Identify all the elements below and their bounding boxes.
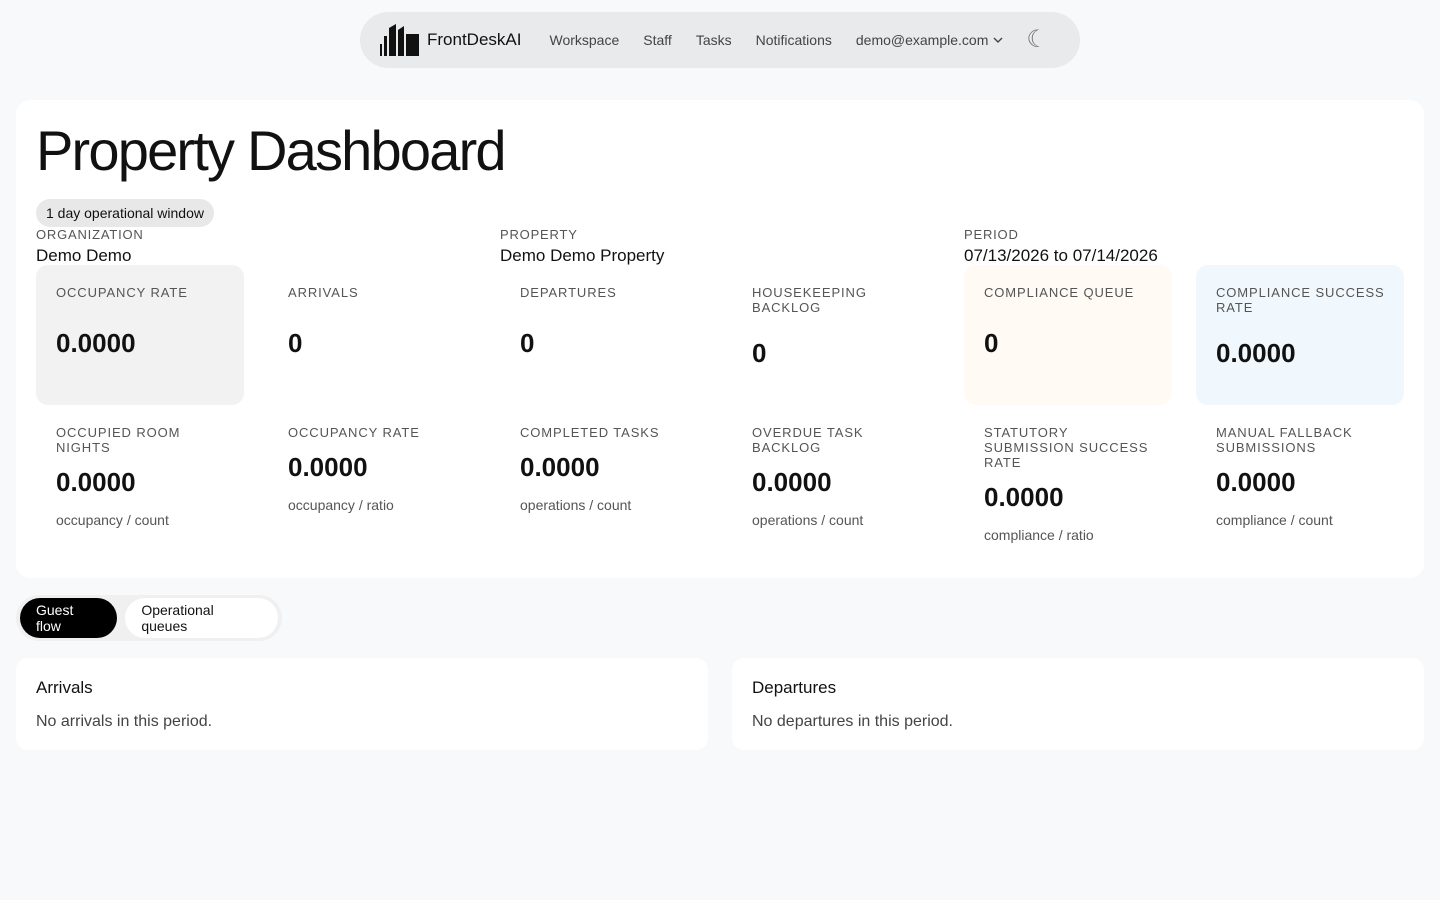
moon-icon[interactable]: ☾: [1026, 28, 1048, 52]
nav-link-notifications[interactable]: Notifications: [756, 32, 832, 48]
brand[interactable]: FrontDeskAI: [380, 24, 521, 56]
metric-statutory-submission-success-rate: STATUTORY SUBMISSION SUCCESS RATE 0.0000…: [964, 425, 1172, 543]
metric-label: MANUAL FALLBACK SUBMISSIONS: [1216, 425, 1353, 455]
kpi-value: 0: [288, 328, 303, 358]
arrivals-panel: Arrivals No arrivals in this period.: [16, 658, 708, 750]
metric-value: 0.0000: [56, 467, 136, 497]
period-value: 07/13/2026 to 07/14/2026: [964, 246, 1158, 265]
buildings-logo-icon: [380, 24, 419, 56]
kpi-compliance-queue: COMPLIANCE QUEUE 0: [964, 265, 1172, 405]
brand-name: FrontDeskAI: [427, 30, 522, 49]
metric-occupied-room-nights: OCCUPIED ROOM NIGHTS 0.0000 occupancy / …: [36, 425, 244, 528]
metric-subtitle: compliance / ratio: [984, 527, 1094, 543]
chevron-down-icon: [993, 37, 1003, 43]
arrivals-empty-state: No arrivals in this period.: [36, 713, 213, 730]
kpi-label: ARRIVALS: [288, 285, 359, 300]
kpi-compliance-success-rate: COMPLIANCE SUCCESS RATE 0.0000: [1196, 265, 1404, 405]
property-value: Demo Demo Property: [500, 246, 665, 265]
departures-empty-state: No departures in this period.: [752, 713, 953, 730]
user-menu[interactable]: demo@example.com: [856, 32, 1005, 48]
period-label: PERIOD: [964, 227, 1019, 242]
metric-value: 0.0000: [752, 467, 832, 497]
dashboard-card: Property Dashboard 1 day operational win…: [16, 100, 1424, 578]
kpi-label: HOUSEKEEPING BACKLOG: [752, 285, 867, 315]
kpi-value: 0: [752, 338, 767, 368]
metric-label: STATUTORY SUBMISSION SUCCESS RATE: [984, 425, 1149, 470]
kpi-label: DEPARTURES: [520, 285, 617, 300]
metric-label: OCCUPIED ROOM NIGHTS: [56, 425, 181, 455]
page-title: Property Dashboard: [36, 119, 507, 182]
kpi-label: OCCUPANCY RATE: [56, 285, 188, 300]
metric-occupancy-rate: OCCUPANCY RATE 0.0000 occupancy / ratio: [268, 425, 476, 513]
view-tabs: Guest flow Operational queues: [16, 595, 282, 641]
kpi-departures: DEPARTURES 0: [500, 265, 708, 405]
period-meta: PERIOD 07/13/2026 to 07/14/2026: [964, 227, 1158, 266]
metric-subtitle: operations / count: [752, 512, 864, 528]
metric-value: 0.0000: [520, 452, 600, 482]
metric-subtitle: compliance / count: [1216, 512, 1333, 528]
nav-link-staff[interactable]: Staff: [643, 32, 672, 48]
departures-title: Departures: [752, 678, 837, 697]
departures-panel: Departures No departures in this period.: [732, 658, 1424, 750]
window-badge: 1 day operational window: [36, 199, 214, 227]
nav-link-workspace[interactable]: Workspace: [549, 32, 619, 48]
nav-link-tasks[interactable]: Tasks: [696, 32, 732, 48]
metric-value: 0.0000: [288, 452, 368, 482]
kpi-value: 0.0000: [56, 328, 136, 358]
tab-guest-flow[interactable]: Guest flow: [20, 598, 118, 638]
kpi-label: COMPLIANCE SUCCESS RATE: [1216, 285, 1385, 315]
metric-value: 0.0000: [984, 482, 1064, 512]
organization-value: Demo Demo: [36, 246, 132, 265]
kpi-occupancy-rate: OCCUPANCY RATE 0.0000: [36, 265, 244, 405]
nav-links: Workspace Staff Tasks Notifications demo…: [549, 32, 1004, 48]
metric-value: 0.0000: [1216, 467, 1296, 497]
metric-subtitle: occupancy / ratio: [288, 497, 394, 513]
property-meta: PROPERTY Demo Demo Property: [500, 227, 664, 266]
kpi-label: COMPLIANCE QUEUE: [984, 285, 1135, 300]
kpi-value: 0: [520, 328, 535, 358]
kpi-value: 0.0000: [1216, 338, 1296, 368]
user-email: demo@example.com: [855, 32, 989, 48]
kpi-housekeeping-backlog: HOUSEKEEPING BACKLOG 0: [732, 265, 940, 405]
top-navigation: FrontDeskAI Workspace Staff Tasks Notifi…: [360, 12, 1080, 68]
metric-manual-fallback-submissions: MANUAL FALLBACK SUBMISSIONS 0.0000 compl…: [1196, 425, 1404, 528]
metric-label: OVERDUE TASK BACKLOG: [752, 425, 864, 455]
tab-operational-queues[interactable]: Operational queues: [125, 598, 278, 638]
metric-completed-tasks: COMPLETED TASKS 0.0000 operations / coun…: [500, 425, 708, 513]
metric-subtitle: occupancy / count: [56, 512, 169, 528]
metric-overdue-task-backlog: OVERDUE TASK BACKLOG 0.0000 operations /…: [732, 425, 940, 528]
arrivals-title: Arrivals: [36, 678, 93, 697]
metric-label: COMPLETED TASKS: [520, 425, 660, 440]
metric-label: OCCUPANCY RATE: [288, 425, 420, 440]
property-label: PROPERTY: [500, 227, 578, 242]
kpi-value: 0: [984, 328, 999, 358]
metric-subtitle: operations / count: [520, 497, 632, 513]
organization-meta: ORGANIZATION Demo Demo: [36, 227, 144, 266]
organization-label: ORGANIZATION: [36, 227, 144, 242]
kpi-arrivals: ARRIVALS 0: [268, 265, 476, 405]
